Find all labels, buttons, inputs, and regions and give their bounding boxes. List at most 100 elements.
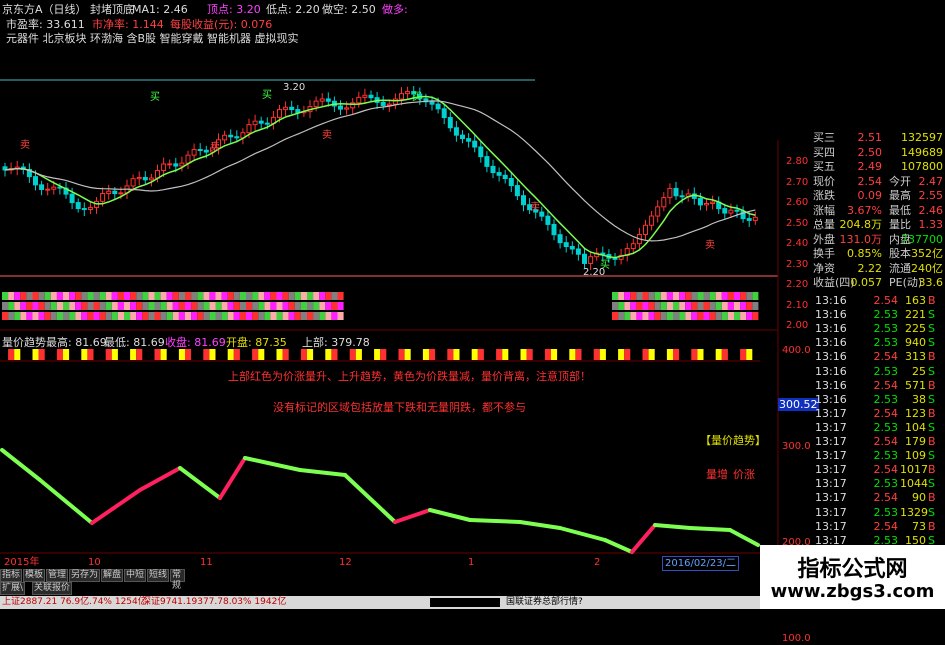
indicator-tab[interactable]: 另存为 — [69, 569, 101, 582]
indicator-tab[interactable]: 管理 — [46, 569, 69, 582]
candle-body — [338, 105, 343, 110]
tick-direction: S — [928, 392, 935, 406]
indicator-note-1: 上部红色为价涨量升、上升趋势，黄色为价跌量减，量价背离，注意顶部！ — [228, 370, 591, 383]
quote-value: 0.09 — [857, 189, 883, 202]
quote-label: 外盘 — [813, 232, 835, 246]
tick-time: 13:17 — [815, 463, 847, 477]
tick-direction: B — [928, 435, 936, 448]
signal-strip-cell — [252, 302, 259, 310]
indicator-block — [477, 349, 484, 360]
indicator-block — [673, 349, 680, 360]
indicator-block — [209, 349, 216, 360]
signal-strip-cell — [624, 312, 631, 320]
signal-strip-cell — [252, 292, 259, 300]
ma-label: MA1: 2.46 — [132, 3, 188, 16]
tick-direction: B — [928, 463, 936, 477]
indicator-tab[interactable]: 解盘 — [101, 569, 124, 582]
signal-strip-cell — [721, 302, 728, 310]
candle-body — [710, 201, 716, 204]
sz-index[interactable]: 深证9741.19377.78.03% 1942亿 — [142, 596, 286, 609]
indicator-tab[interactable]: 短线 — [147, 569, 170, 582]
signal-strip-cell — [276, 302, 283, 310]
indicator-block — [740, 349, 747, 360]
quote-row: 买四 2.50 149689 — [778, 145, 945, 160]
signal-strip-cell — [130, 302, 137, 310]
stock-title: 京东方A（日线） 封堵顶底 — [2, 3, 135, 16]
signal-strip-cell — [160, 312, 167, 320]
indicator-tab[interactable]: 关联报价 — [32, 582, 73, 595]
signal-strip-cell — [99, 312, 106, 320]
tick-row: 13:17 2.53 1044 S — [778, 476, 945, 491]
signal-strip-cell — [264, 302, 271, 310]
tick-time: 13:17 — [815, 449, 847, 463]
signal-strip-cell — [154, 292, 161, 300]
tick-price: 2.54 — [873, 294, 899, 307]
candle-body — [197, 149, 203, 152]
candle-body — [33, 176, 38, 186]
indicator-tab[interactable]: 模板 — [23, 569, 46, 582]
indicator-block — [276, 349, 283, 360]
candle-body — [39, 184, 45, 190]
indicator-block — [666, 349, 673, 360]
signal-strip-cell — [136, 292, 143, 300]
candle-body — [734, 209, 740, 212]
signal-strip-cell — [166, 312, 173, 320]
signal-strip-cell — [209, 292, 216, 300]
signal-strip-cell — [703, 312, 710, 320]
quote-label-2: 量比 — [889, 218, 911, 231]
sell-mark: 卖 — [530, 201, 540, 213]
signal-strip-cell — [14, 292, 21, 300]
candle-body — [673, 187, 679, 197]
tick-row: 13:17 2.53 109 S — [778, 448, 945, 463]
signal-strip-cell — [618, 312, 625, 320]
signal-strip-cell — [221, 302, 228, 310]
candle-body — [655, 206, 661, 217]
signal-strip-cell — [703, 302, 710, 310]
signal-strip-cell — [178, 302, 185, 310]
status-ticker[interactable]: 国联证券总部行情? — [506, 596, 583, 609]
sh-index[interactable]: 上证2887.21 76.9亿.74% 1254亿 — [2, 596, 147, 609]
ma-long-line — [4, 100, 756, 242]
quote-row: 收益(四) 0.057 PE(动) 33.6 — [778, 275, 945, 290]
candle-body — [277, 109, 282, 118]
candle-body — [161, 163, 167, 172]
signal-strip-cell — [50, 292, 57, 300]
candle-body — [630, 243, 636, 250]
quote-value: 0.057 — [850, 276, 883, 289]
signal-strip-cell — [38, 292, 45, 300]
tick-volume: 38 — [912, 392, 926, 406]
signal-strip-cell — [185, 312, 192, 320]
candle-body — [704, 202, 709, 206]
tick-row: 13:17 2.54 90 B — [778, 490, 945, 505]
indicator-tab[interactable]: 扩展\ — [0, 582, 26, 595]
cursor-date-box: 2016/02/23/二 — [662, 556, 740, 571]
indicator-block — [203, 349, 210, 360]
candle-body — [228, 134, 234, 138]
x-label-2015: 2015年 — [4, 557, 40, 568]
candle-body — [466, 138, 472, 142]
tick-volume: 123 — [905, 406, 926, 420]
signal-strip-cell — [148, 312, 155, 320]
candle-body — [569, 246, 575, 250]
indicator-block — [154, 349, 161, 360]
sell-mark: 卖 — [322, 129, 332, 141]
indicator-tab[interactable]: 常规 — [170, 569, 185, 591]
tick-price: 2.54 — [873, 519, 899, 533]
tick-row: 13:16 2.53 940 S — [778, 335, 945, 350]
candle-body — [191, 149, 197, 156]
signal-strip-cell — [752, 292, 759, 300]
candle-body — [478, 146, 484, 158]
indicator-tab[interactable]: 中短 — [124, 569, 147, 582]
price-high-mark: 3.20 — [283, 82, 305, 93]
signal-strip-cell — [81, 302, 88, 310]
signal-strip-cell — [331, 312, 338, 320]
candle-body — [460, 134, 465, 140]
tick-direction: S — [928, 364, 935, 378]
trend-segment — [653, 523, 692, 530]
tick-price: 2.53 — [873, 477, 899, 491]
indicator-block — [496, 349, 503, 360]
tick-time: 13:16 — [815, 294, 847, 307]
signal-strip-cell — [740, 302, 747, 310]
indicator-tab[interactable]: 指标 — [0, 569, 23, 582]
signal-strip-cell — [8, 292, 15, 300]
